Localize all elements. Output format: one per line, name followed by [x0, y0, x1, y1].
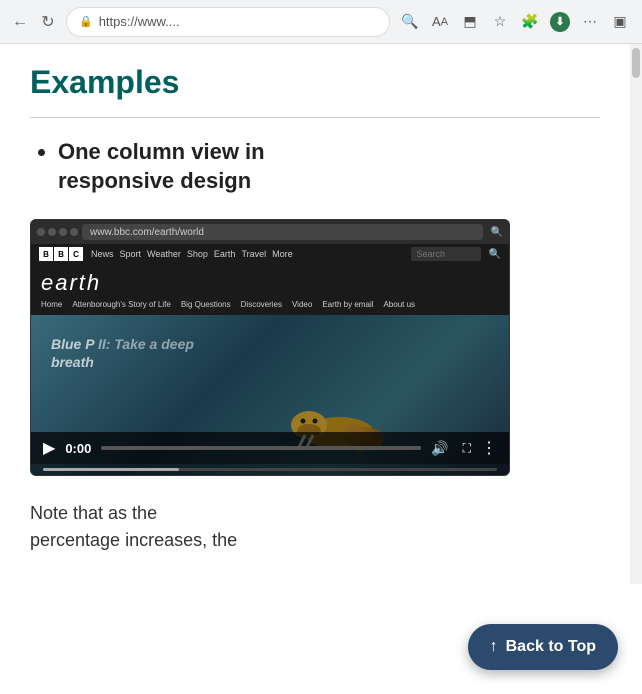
inner-browser-bar: www.bbc.com/earth/world 🔍 — [31, 220, 509, 244]
scrollbar[interactable] — [630, 44, 642, 584]
earth-nav-big-questions[interactable]: Big Questions — [181, 300, 231, 309]
font-button[interactable]: AA — [426, 8, 454, 36]
content-list: One column view in responsive design — [30, 138, 600, 195]
back-to-top-arrow: ↑ — [490, 638, 498, 656]
bbc-nav: B B C News Sport Weather Shop Earth Trav… — [31, 244, 509, 264]
bbc-logo: B B C — [39, 247, 83, 261]
bbc-link-news[interactable]: News — [91, 249, 114, 259]
back-button[interactable]: ← — [8, 10, 32, 34]
inner-dot-1 — [37, 228, 45, 236]
inner-url-text: www.bbc.com/earth/world — [90, 227, 204, 238]
inner-dot-3 — [59, 228, 67, 236]
bbc-link-earth[interactable]: Earth — [214, 249, 236, 259]
fullscreen-button[interactable]: ⛶ — [463, 441, 471, 456]
full-progress-fill — [43, 468, 179, 471]
video-container: www.bbc.com/earth/world 🔍 B B C News Spo… — [30, 219, 510, 476]
bbc-link-travel[interactable]: Travel — [241, 249, 266, 259]
scrollbar-thumb[interactable] — [632, 48, 640, 78]
list-item-1: One column view in responsive design — [58, 138, 600, 195]
lock-icon: 🔒 — [79, 15, 93, 28]
toolbar-icons: 🔍 AA ⬒ ☆ 🧩 ⬇ ⋯ ▣ — [396, 8, 634, 36]
extension-button[interactable]: 🧩 — [516, 8, 544, 36]
bbc-letter-c: C — [69, 247, 83, 261]
earth-logo: earth — [41, 270, 499, 296]
video-progress-bar[interactable] — [101, 446, 421, 450]
address-bar[interactable]: 🔒 https://www.... — [66, 7, 390, 37]
earth-nav: Home Attenborough's Story of Life Big Qu… — [41, 300, 499, 309]
volume-button[interactable]: 🔊 — [431, 440, 448, 457]
page-content: Examples One column view in responsive d… — [0, 44, 630, 584]
note-text-line1: Note that as the — [30, 503, 157, 523]
earth-nav-about[interactable]: About us — [383, 300, 415, 309]
video-area[interactable]: Blue P II: Take a deep breath ▶ 0:00 — [31, 315, 509, 475]
browser-chrome: ← ↻ 🔒 https://www.... 🔍 AA ⬒ ☆ 🧩 ⬇ ⋯ ▣ — [0, 0, 642, 44]
bbc-link-weather[interactable]: Weather — [147, 249, 181, 259]
video-title-overlay: Blue P II: Take a deep breath — [51, 335, 194, 371]
bbc-search-input[interactable] — [411, 247, 481, 261]
full-progress-bar[interactable] — [43, 468, 497, 471]
full-progress-container — [31, 464, 509, 475]
bbc-search-icon: 🔍 — [489, 249, 501, 260]
zoom-button[interactable]: 🔍 — [396, 8, 424, 36]
cast-button[interactable]: ⬒ — [456, 8, 484, 36]
more-options-button[interactable]: ⋮ — [481, 438, 497, 458]
video-subtitle: II: Take a deep — [98, 336, 194, 352]
bbc-link-sport[interactable]: Sport — [120, 249, 142, 259]
bbc-letter-b1: B — [39, 247, 53, 261]
earth-nav-attenborough[interactable]: Attenborough's Story of Life — [72, 300, 170, 309]
sidebar-button[interactable]: ▣ — [606, 8, 634, 36]
video-title-line2: breath — [51, 354, 94, 370]
bbc-nav-links: News Sport Weather Shop Earth Travel Mor… — [91, 249, 293, 259]
play-button[interactable]: ▶ — [43, 438, 55, 458]
video-controls-wrapper: ▶ 0:00 🔊 ⛶ ⋮ — [31, 432, 509, 475]
menu-button[interactable]: ⋯ — [576, 8, 604, 36]
profile-button[interactable]: ⬇ — [546, 8, 574, 36]
bbc-letter-b2: B — [54, 247, 68, 261]
reload-button[interactable]: ↻ — [36, 10, 60, 34]
bbc-link-shop[interactable]: Shop — [187, 249, 208, 259]
nav-buttons: ← ↻ — [8, 10, 60, 34]
back-to-top-button[interactable]: ↑ Back to Top — [468, 624, 618, 670]
list-item-1-line2: responsive design — [58, 168, 251, 193]
inner-address-bar: www.bbc.com/earth/world — [82, 224, 483, 240]
inner-browser-controls — [37, 228, 78, 236]
divider — [30, 117, 600, 118]
back-to-top-label: Back to Top — [506, 638, 596, 656]
inner-dot-4 — [70, 228, 78, 236]
page-title: Examples — [30, 64, 600, 101]
video-controls: ▶ 0:00 🔊 ⛶ ⋮ — [31, 432, 509, 464]
earth-nav-home[interactable]: Home — [41, 300, 62, 309]
earth-nav-email[interactable]: Earth by email — [322, 300, 373, 309]
time-display: 0:00 — [65, 441, 91, 456]
note-text-line2: percentage increases, the — [30, 530, 237, 550]
bookmark-button[interactable]: ☆ — [486, 8, 514, 36]
earth-nav-video[interactable]: Video — [292, 300, 312, 309]
bbc-link-more[interactable]: More — [272, 249, 293, 259]
bbc-earth-header: earth Home Attenborough's Story of Life … — [31, 264, 509, 315]
page-wrapper: Examples One column view in responsive d… — [0, 44, 642, 584]
list-item-1-line1: One column view in — [58, 139, 265, 164]
url-text: https://www.... — [99, 14, 180, 29]
inner-search-icon: 🔍 — [491, 227, 503, 238]
note-text: Note that as the percentage increases, t… — [30, 500, 600, 554]
video-title-line1: Blue P — [51, 336, 94, 352]
earth-nav-discoveries[interactable]: Discoveries — [241, 300, 282, 309]
inner-dot-2 — [48, 228, 56, 236]
